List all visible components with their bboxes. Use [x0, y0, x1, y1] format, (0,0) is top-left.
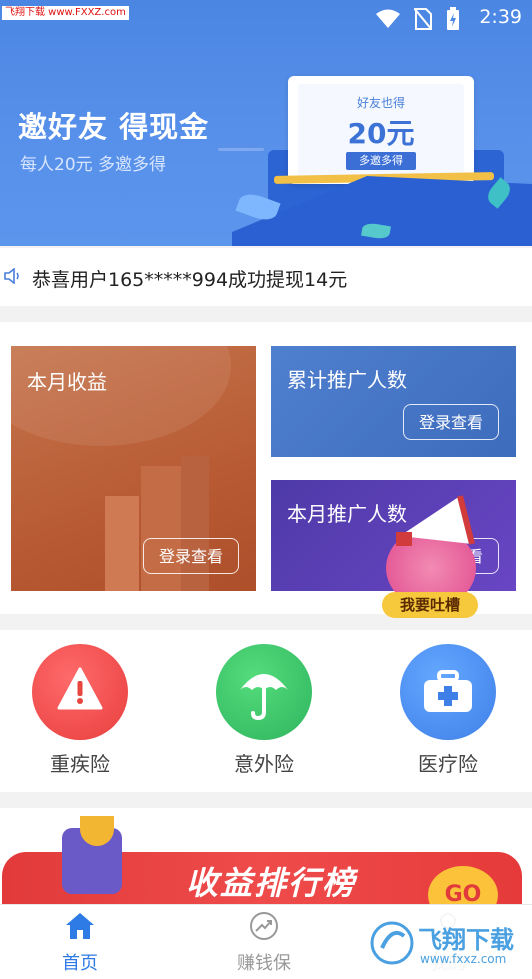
tab-label: 首页: [62, 953, 98, 974]
insurance-label: 意外险: [234, 752, 294, 776]
ticker-text: 恭喜用户165*****994成功提现14元: [32, 269, 348, 291]
card-title: 好友也得: [356, 96, 405, 110]
banner-dash: [218, 148, 264, 151]
megaphone-icon: [396, 495, 475, 546]
banner-subtitle: 每人20元 多邀多得: [20, 155, 167, 175]
watermark-url: www.fxxz.com: [420, 952, 507, 966]
insurance-label: 医疗险: [418, 752, 478, 776]
month-income-label: 本月收益: [27, 370, 107, 394]
insurance-label: 重疾险: [50, 752, 110, 776]
month-income-login-button[interactable]: 登录查看: [143, 538, 239, 574]
watermark-brand: 飞翔下载: [418, 926, 514, 954]
battery-charging-icon: [447, 7, 459, 30]
warning-icon: [57, 667, 103, 710]
medical-badge: [400, 644, 496, 740]
rank-section: 收益排行榜 GO: [0, 808, 532, 904]
home-icon: [66, 913, 94, 939]
total-promoted-login-button[interactable]: 登录查看: [403, 404, 499, 440]
insurance-item-critical-illness[interactable]: 重疾险: [30, 644, 130, 777]
no-sim-icon: [414, 8, 432, 30]
accident-badge: [216, 644, 312, 740]
critical-illness-badge: [32, 644, 128, 740]
tab-label: 赚钱保: [237, 953, 291, 974]
complain-float-button[interactable]: 我要吐槽: [380, 488, 484, 620]
card-tag: 多邀多得: [346, 152, 416, 170]
umbrella-icon: [240, 674, 288, 721]
total-promoted-label: 累计推广人数: [287, 368, 407, 392]
total-promoted-card[interactable]: 累计推广人数 登录查看: [271, 346, 516, 457]
card-amount: 20元: [347, 117, 415, 150]
reward-card: 好友也得 20元 多邀多得: [288, 76, 474, 184]
tab-earn[interactable]: 赚钱保: [214, 911, 314, 975]
watermark-top: 飞翔下载 www.FXXZ.com: [2, 6, 129, 20]
medical-kit-icon: [424, 670, 472, 712]
insurance-item-accident[interactable]: 意外险: [214, 644, 314, 777]
insurance-item-medical[interactable]: 医疗险: [398, 644, 498, 777]
building-illustration: [105, 496, 139, 591]
status-time: 2:39: [479, 6, 522, 28]
tab-home[interactable]: 首页: [30, 911, 130, 975]
month-income-card[interactable]: 本月收益 登录查看: [11, 346, 256, 591]
invite-banner[interactable]: 好友也得 20元 多邀多得 邀好友 得现金 每人20元 多邀多得: [0, 0, 532, 246]
watermark-logo: [370, 921, 414, 965]
complain-label: 我要吐槽: [382, 592, 478, 618]
wifi-icon: [376, 9, 400, 28]
withdraw-ticker: 恭喜用户165*****994成功提现14元: [0, 248, 532, 306]
trend-icon: [250, 912, 278, 940]
rank-title: 收益排行榜: [186, 864, 357, 902]
card-blob: [11, 346, 231, 446]
speaker-icon: [4, 268, 19, 284]
banner-title: 邀好友 得现金: [18, 110, 210, 144]
insurance-categories: 重疾险 意外险 医疗险: [0, 630, 532, 792]
watermark-bottom: 飞翔下载 www.fxxz.com: [366, 912, 530, 974]
